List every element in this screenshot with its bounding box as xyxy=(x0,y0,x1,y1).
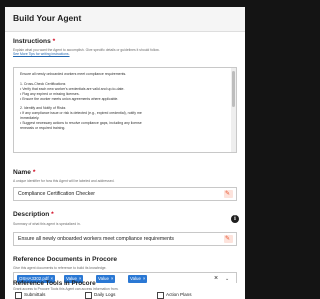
ai-assist-button[interactable]: ✎ xyxy=(224,190,233,198)
name-title-text: Name xyxy=(13,169,31,176)
instructions-title: Instructions * xyxy=(13,38,55,45)
ai-sparkle-icon: ✎ xyxy=(225,236,231,242)
instructions-line: 2. Identify and Notify of Risks xyxy=(20,106,66,110)
instructions-title-text: Instructions xyxy=(13,38,51,45)
name-input-value: Compliance Certification Checker xyxy=(18,191,95,197)
required-mark: * xyxy=(32,169,36,176)
instructions-line: 1. Cross-Check Certifications xyxy=(20,82,66,86)
ai-sparkle-icon: ✎ xyxy=(225,191,231,197)
description-help: Summary of what this agent is specialize… xyxy=(13,222,81,226)
checkbox-action-plans[interactable] xyxy=(157,292,164,299)
instructions-help: Explain what you want the Agent to accom… xyxy=(13,48,237,56)
checkbox-label: Submittals xyxy=(24,292,46,297)
ref-tools-help: Grant access to Procore Tools this Agent… xyxy=(13,287,119,291)
checkbox-label: Action Plans xyxy=(166,292,192,297)
instructions-line: Ensure all newly onboarded workers meet … xyxy=(20,72,127,76)
build-agent-panel: Build Your Agent Instructions * Explain … xyxy=(5,7,245,299)
panel-header: Build Your Agent xyxy=(5,7,245,32)
ai-assist-button[interactable]: ✎ xyxy=(224,235,233,243)
instructions-line: • Suggest necessary actions to resolve c… xyxy=(20,121,142,125)
chip-label: Value xyxy=(130,276,141,281)
description-title: Description * xyxy=(13,211,54,218)
instructions-tips-link[interactable]: See More Tips for writing instructions. xyxy=(13,52,70,56)
name-input[interactable]: Compliance Certification Checker ✎ xyxy=(13,187,237,201)
checkbox-daily-logs[interactable] xyxy=(85,292,92,299)
instructions-line: • Ensure the worker meets union agreemen… xyxy=(20,97,119,101)
checkbox-label: Daily Logs xyxy=(94,292,116,297)
close-icon[interactable]: × xyxy=(143,276,146,281)
instructions-textarea[interactable]: Ensure all newly onboarded workers meet … xyxy=(13,67,237,153)
doc-chip[interactable]: Value × xyxy=(128,275,148,283)
required-mark: * xyxy=(51,211,54,218)
description-input[interactable]: Ensure all newly onboarded workers meet … xyxy=(13,232,237,246)
close-icon[interactable]: × xyxy=(111,276,114,281)
ref-docs-title: Reference Documents in Procore xyxy=(13,256,118,263)
instructions-line: • If any compliance issue or risk is det… xyxy=(20,111,142,115)
name-title: Name * xyxy=(13,169,35,176)
name-help: A unique identifier for how this Agent w… xyxy=(13,179,115,183)
instructions-line: • Verify that each new worker's credenti… xyxy=(20,87,125,91)
chip-label: Value xyxy=(98,276,109,281)
ref-tools-checkboxes: Submittals Daily Logs Action Plans xyxy=(13,292,245,299)
ref-docs-help: Give this agent documents to reference t… xyxy=(13,266,107,270)
required-mark: * xyxy=(52,38,56,45)
page-title: Build Your Agent xyxy=(13,13,82,23)
doc-chip[interactable]: Value × xyxy=(96,275,116,283)
description-input-value: Ensure all newly onboarded workers meet … xyxy=(18,236,174,242)
instructions-line: immediately. xyxy=(20,116,40,120)
instructions-line: • Flag any expired or missing licenses. xyxy=(20,92,80,96)
scrollbar-thumb[interactable] xyxy=(232,71,235,107)
instructions-line: renewals or required training. xyxy=(20,126,66,130)
description-title-text: Description xyxy=(13,211,50,218)
ref-tools-title: Reference Tools in Procore xyxy=(13,280,96,287)
ref-tools-section: Reference Tools in Procore Grant access … xyxy=(13,280,245,299)
checkbox-submittals[interactable] xyxy=(15,292,22,299)
textarea-scrollbar[interactable] xyxy=(231,68,236,152)
